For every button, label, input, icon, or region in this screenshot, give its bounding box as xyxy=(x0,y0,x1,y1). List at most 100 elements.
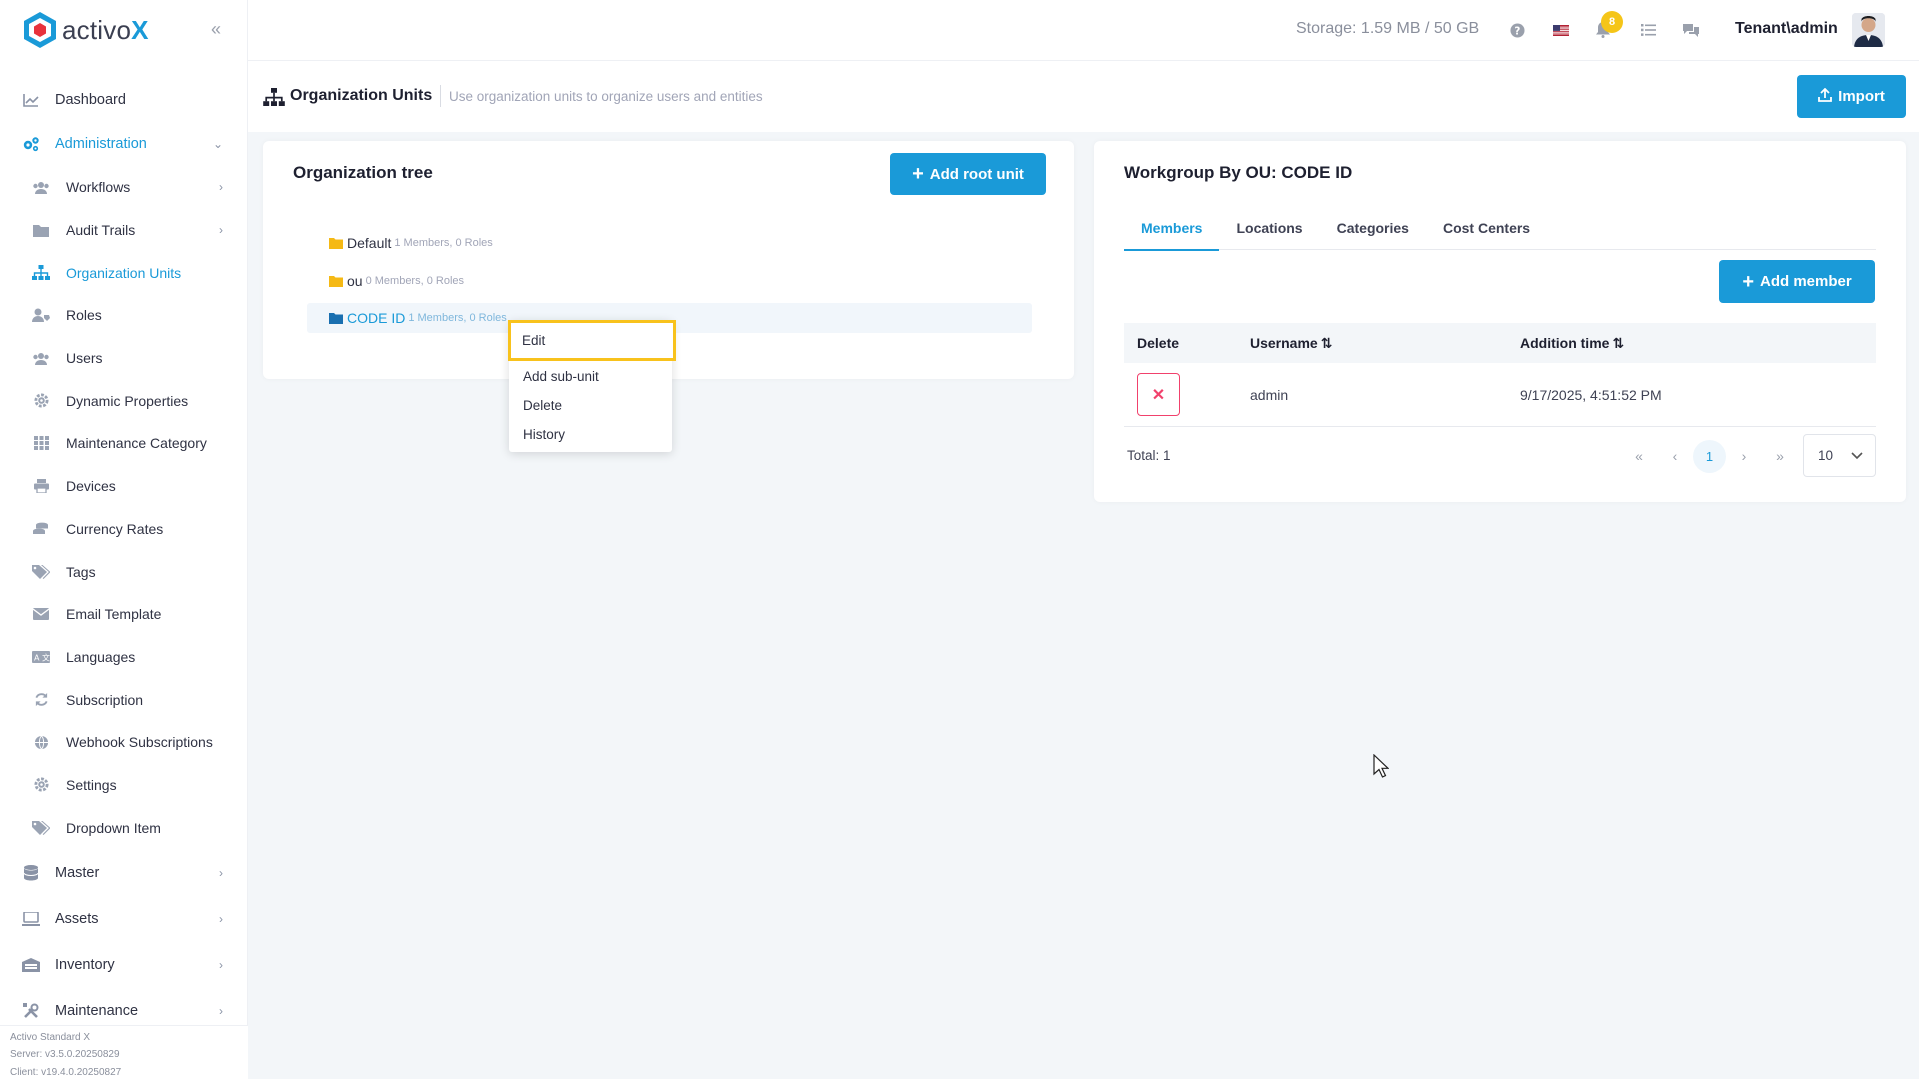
user-tag-icon xyxy=(32,306,50,324)
sidebar-item-roles[interactable]: Roles xyxy=(0,294,247,337)
language-icon: A文 xyxy=(32,648,50,666)
sidebar-item-email-template[interactable]: Email Template xyxy=(0,593,247,636)
sidebar-item-languages[interactable]: A文 Languages xyxy=(0,636,247,679)
context-menu-delete[interactable]: Delete xyxy=(509,391,672,420)
chevron-right-icon: › xyxy=(219,912,223,926)
sidebar-item-label: Maintenance Category xyxy=(66,435,207,452)
sidebar: activoX « Dashboard Administration ⌄ Wor… xyxy=(0,0,248,1079)
tags-icon xyxy=(32,819,50,837)
envelope-icon xyxy=(32,605,50,623)
globe-icon xyxy=(32,733,50,751)
sidebar-item-label: Email Template xyxy=(66,606,162,623)
tree-node-name: ou xyxy=(347,273,363,289)
sidebar-item-dropdown-item[interactable]: Dropdown Item xyxy=(0,806,247,849)
tags-icon xyxy=(32,563,50,581)
sidebar-item-users[interactable]: Users xyxy=(0,337,247,380)
sidebar-item-label: Devices xyxy=(66,478,116,495)
tab-cost-centers[interactable]: Cost Centers xyxy=(1426,205,1547,250)
brand[interactable]: activoX « xyxy=(0,0,247,60)
member-addition-time: 9/17/2025, 4:51:52 PM xyxy=(1520,386,1662,403)
import-button[interactable]: Import xyxy=(1797,75,1906,118)
sidebar-item-workflows[interactable]: Workflows › xyxy=(0,166,247,209)
current-user-name[interactable]: Tenant\admin xyxy=(1735,20,1838,38)
page-number-current[interactable]: 1 xyxy=(1693,439,1726,473)
tree-node-meta: 0 Members, 0 Roles xyxy=(365,275,465,287)
top-header: Storage: 1.59 MB / 50 GB ? 8 Tenant\admi… xyxy=(248,0,1919,61)
context-menu-add-sub-unit[interactable]: Add sub-unit xyxy=(509,362,672,391)
sidebar-item-devices[interactable]: Devices xyxy=(0,465,247,508)
first-page-icon[interactable]: « xyxy=(1621,438,1657,474)
page-description: Use organization units to organize users… xyxy=(449,89,763,104)
chevron-right-icon: › xyxy=(219,180,223,195)
chevron-down-icon: ⌄ xyxy=(212,137,223,151)
folder-icon xyxy=(329,312,343,324)
sort-icon: ⇅ xyxy=(1612,334,1625,351)
gear-icon xyxy=(32,776,50,794)
help-icon[interactable]: ? xyxy=(1507,20,1527,40)
sitemap-icon xyxy=(263,88,285,111)
sidebar-item-inventory[interactable]: Inventory › xyxy=(0,942,247,988)
folder-icon xyxy=(32,221,50,239)
workgroup-title: Workgroup By OU: CODE ID xyxy=(1124,163,1353,182)
tab-categories[interactable]: Categories xyxy=(1320,205,1426,250)
chevron-right-icon: › xyxy=(219,223,223,238)
version-info: Activo Standard X Server: v3.5.0.2025082… xyxy=(0,1025,248,1079)
column-addition-time-label: Addition time xyxy=(1520,335,1610,351)
plus-icon: + xyxy=(912,163,924,185)
sidebar-item-dynamic-properties[interactable]: Dynamic Properties xyxy=(0,379,247,422)
avatar[interactable] xyxy=(1852,13,1885,47)
sidebar-item-label: Master xyxy=(55,864,100,881)
add-root-unit-button[interactable]: + Add root unit xyxy=(890,153,1046,195)
page-size-select[interactable]: 10 xyxy=(1803,434,1876,477)
previous-page-icon[interactable]: ‹ xyxy=(1657,438,1693,474)
page-title: Organization Units xyxy=(290,87,433,104)
members-table-header: Delete Username ⇅ Addition time ⇅ xyxy=(1124,323,1876,363)
delete-member-button[interactable]: ✕ xyxy=(1137,373,1180,416)
tree-node-ou[interactable]: ou 0 Members, 0 Roles xyxy=(307,266,464,296)
next-page-icon[interactable]: › xyxy=(1726,438,1762,474)
us-flag-icon[interactable] xyxy=(1551,20,1571,40)
page-size-value: 10 xyxy=(1818,448,1834,463)
sidebar-nav: Dashboard Administration ⌄ Workflows › A… xyxy=(0,78,247,1034)
tree-node-default[interactable]: Default 1 Members, 0 Roles xyxy=(307,228,493,258)
sidebar-item-label: Audit Trails xyxy=(66,222,136,239)
collapse-sidebar-icon[interactable]: « xyxy=(211,19,221,40)
sidebar-item-assets[interactable]: Assets › xyxy=(0,896,247,942)
folder-icon xyxy=(329,275,343,287)
column-username[interactable]: Username ⇅ xyxy=(1250,335,1332,352)
tab-members[interactable]: Members xyxy=(1124,205,1220,251)
sidebar-item-master[interactable]: Master › xyxy=(0,849,247,896)
sidebar-item-audit-trails[interactable]: Audit Trails › xyxy=(0,209,247,252)
sidebar-item-webhook-subscriptions[interactable]: Webhook Subscriptions xyxy=(0,721,247,764)
sidebar-item-settings[interactable]: Settings xyxy=(0,764,247,807)
context-menu-edit[interactable]: Edit xyxy=(508,320,676,361)
tab-locations[interactable]: Locations xyxy=(1219,205,1319,250)
sidebar-item-label: Users xyxy=(66,350,103,367)
sitemap-icon xyxy=(32,264,50,282)
column-delete: Delete xyxy=(1137,335,1180,351)
last-page-icon[interactable]: » xyxy=(1762,438,1798,474)
sidebar-item-subscription[interactable]: Subscription xyxy=(0,678,247,721)
member-username: admin xyxy=(1250,386,1289,403)
sidebar-item-organization-units[interactable]: Organization Units xyxy=(0,251,247,294)
sidebar-item-label: Dashboard xyxy=(55,92,126,108)
activox-logo-icon xyxy=(24,12,56,48)
sidebar-item-administration[interactable]: Administration ⌄ xyxy=(0,122,247,166)
chat-icon[interactable] xyxy=(1681,20,1701,40)
users-icon xyxy=(32,349,50,367)
sidebar-item-tags[interactable]: Tags xyxy=(0,550,247,593)
printer-icon xyxy=(32,477,50,495)
sidebar-item-currency-rates[interactable]: Currency Rates xyxy=(0,508,247,551)
sidebar-item-label: Administration xyxy=(55,136,147,152)
sidebar-item-maintenance-category[interactable]: Maintenance Category xyxy=(0,422,247,465)
refresh-icon xyxy=(32,691,50,709)
chevron-right-icon: › xyxy=(219,958,223,972)
brand-name: activoX xyxy=(62,14,149,45)
context-menu-history[interactable]: History xyxy=(509,420,672,449)
sidebar-item-dashboard[interactable]: Dashboard xyxy=(0,78,247,122)
tree-node-meta: 1 Members, 0 Roles xyxy=(394,237,493,249)
task-list-icon[interactable] xyxy=(1638,20,1658,40)
close-icon: ✕ xyxy=(1151,386,1166,404)
add-member-button[interactable]: + Add member xyxy=(1719,260,1875,303)
column-addition-time[interactable]: Addition time ⇅ xyxy=(1520,335,1624,352)
